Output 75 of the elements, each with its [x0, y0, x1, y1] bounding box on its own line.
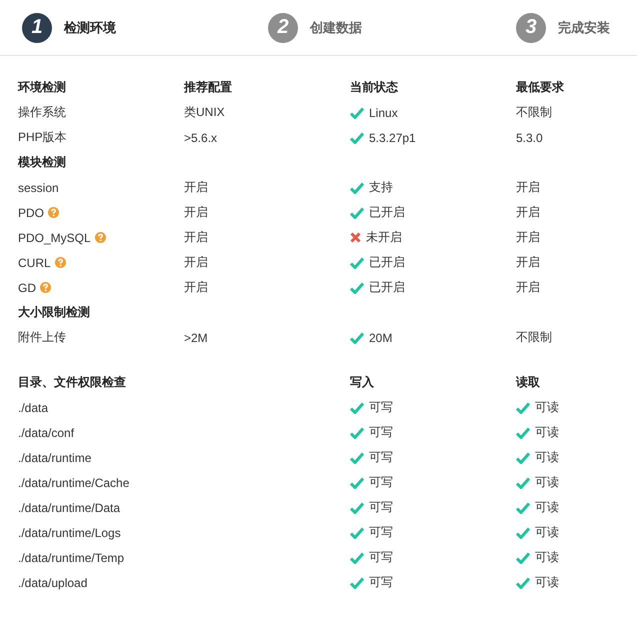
table-cell-text: 不限制	[516, 104, 553, 121]
status-text: 已开启	[369, 279, 405, 296]
column-header: 目录、文件权限检查	[18, 374, 127, 391]
column-header: 环境检测	[18, 79, 67, 96]
step-number: 1	[22, 12, 52, 42]
table-cell-text: ./data/runtime/Logs	[18, 526, 122, 540]
table-cell-text: 开启	[184, 204, 209, 221]
section-title: 模块检测	[18, 154, 67, 171]
status-text: 可写	[369, 574, 393, 591]
status-text: 可写	[369, 499, 393, 516]
status-text: 可读	[535, 449, 559, 466]
table-cell: 附件上传	[18, 329, 66, 346]
status-text: 5.3.27p1	[369, 130, 416, 144]
status-text: 可读	[535, 574, 559, 591]
status-text: 可写	[369, 399, 393, 416]
table-cell-text: 开启	[516, 279, 541, 296]
status-text: 已开启	[369, 254, 405, 271]
table-cell-text: 开启	[184, 254, 209, 271]
status-text: 可读	[535, 549, 559, 566]
status-text: 支持	[369, 179, 393, 196]
step-number: 3	[516, 12, 546, 42]
table-cell-text: ./data	[18, 400, 50, 414]
column-header: 推荐配置	[184, 79, 233, 96]
table-cell-text: 开启	[184, 229, 209, 246]
status-text: 已开启	[369, 204, 405, 221]
table-cell: session	[18, 180, 59, 194]
help-icon[interactable]	[40, 282, 51, 293]
status-text: 可写	[369, 549, 393, 566]
status-text: 可读	[535, 399, 559, 416]
status-text: 可写	[369, 474, 393, 491]
table-cell-text: 开启	[516, 204, 541, 221]
column-header: 写入	[350, 374, 375, 391]
table-cell-text: 开启	[184, 179, 209, 196]
table-cell: 操作系统	[18, 104, 66, 121]
table-cell-text: ./data/runtime	[18, 450, 92, 464]
table-cell-text: 5.3.0	[516, 130, 544, 144]
step-label: 创建数据	[310, 18, 362, 36]
table-cell-text: 开启	[516, 254, 541, 271]
status-text: 可读	[535, 524, 559, 541]
status-text: 可写	[369, 449, 393, 466]
step-label: 检测环境	[64, 18, 116, 36]
table-cell-text: ./data/conf	[18, 426, 76, 440]
table-cell: PDO	[18, 206, 44, 220]
table-cell-text: ./data/upload	[18, 576, 88, 590]
help-icon[interactable]	[48, 207, 60, 218]
status-text: Linux	[369, 106, 398, 120]
table-cell-text: 不限制	[516, 329, 553, 346]
status-text: 20M	[369, 330, 392, 344]
table-cell-text: >5.6.x	[184, 130, 218, 144]
status-text: 可写	[369, 424, 393, 441]
status-text: 可读	[535, 499, 559, 516]
column-header: 最低要求	[516, 79, 565, 96]
table-cell-text: ./data/runtime/Cache	[18, 476, 130, 490]
table-cell: PDO_MySQL	[18, 230, 91, 244]
column-header: 当前状态	[350, 79, 399, 96]
status-text: 可读	[535, 424, 559, 441]
status-text: 未开启	[366, 229, 402, 246]
help-icon[interactable]	[54, 257, 66, 268]
step-number: 2	[268, 12, 298, 42]
step-label: 完成安装	[558, 18, 610, 36]
table-cell-text: 开启	[516, 179, 541, 196]
table-cell-text: 类UNIX	[184, 104, 226, 121]
table-cell-text: 开启	[184, 279, 209, 296]
table-cell-text: 开启	[516, 229, 541, 246]
table-cell: GD	[18, 280, 36, 294]
table-cell-text: ./data/runtime/Temp	[18, 550, 126, 564]
table-cell: CURL	[18, 256, 51, 270]
table-cell: PHP版本	[18, 129, 67, 146]
status-text: 可读	[535, 474, 559, 491]
section-title: 大小限制检测	[18, 304, 91, 321]
column-header: 读取	[516, 374, 541, 391]
table-cell-text: ./data/runtime/Data	[18, 500, 122, 514]
status-text: 可写	[369, 524, 393, 541]
help-icon[interactable]	[94, 232, 106, 243]
table-cell-text: >2M	[184, 330, 209, 344]
